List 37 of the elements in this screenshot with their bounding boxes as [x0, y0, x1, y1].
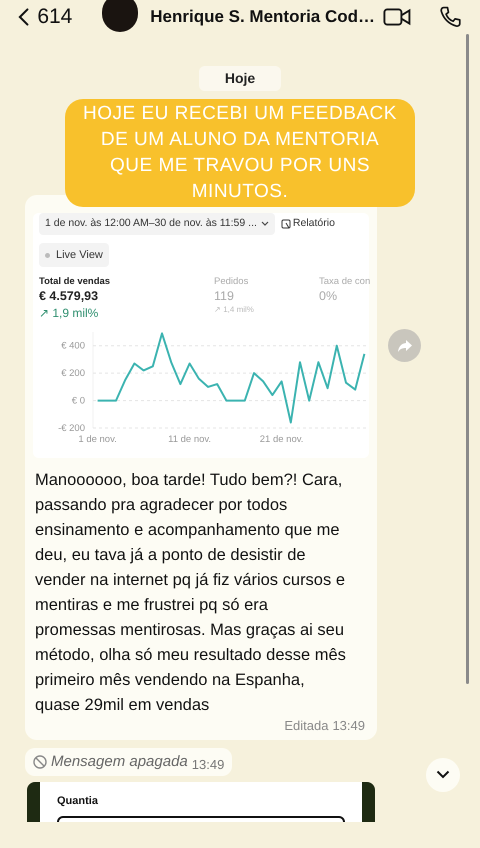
metric-value: € 4.579,93 — [39, 289, 100, 304]
edited-label: Editada — [284, 717, 328, 736]
blocked-icon — [33, 754, 47, 769]
chevron-icon — [260, 221, 269, 227]
unread-count: 614 — [37, 4, 72, 30]
y-tick-label: € 400 — [61, 340, 85, 352]
message-time: 13:49 — [332, 717, 365, 736]
caption-text: HOJE EU RECEBI UM FEEDBACK DE UM ALUNO DA MENTORIA QUE ME TRAVOU POR UNS MINUTOS. — [65, 99, 415, 207]
chat-title[interactable]: Henrique S. Mentoria Cod… — [150, 4, 376, 30]
date-range-dropdown[interactable]: 1 de nov. às 12:00 AM–30 de nov. às 11:59 ... — [39, 213, 275, 235]
scrollbar[interactable] — [466, 34, 469, 684]
metric-value: 119 — [214, 289, 235, 304]
deleted-message-text: Mensagem apagada — [51, 752, 188, 772]
amount-label: Quantia — [57, 794, 98, 807]
scroll-down-button[interactable] — [426, 758, 460, 792]
deleted-message-time: 13:49 — [192, 756, 224, 774]
live-view-button[interactable]: Live View — [39, 243, 109, 267]
chevron-down-icon — [436, 770, 450, 780]
video-call-icon[interactable] — [383, 6, 412, 28]
x-tick-label: 1 de nov. — [78, 434, 117, 446]
message-text: Manoooooo, boa tarde! Tudo bem?! Cara, passando pra agradecer por todos ensinamento e acompanhamento que me deu, eu tava já a ponto de desistir de vender na internet pq já fiz vários cursos e mentiras e me frustrei pq só era promessas mentirosas. Mas graças ai seu método, olha só meu resultado desse mês primeiro mês vendendo na Espanha, quase 29mil em vendas — [34, 470, 347, 716]
forward-icon — [396, 338, 412, 352]
avatar[interactable] — [102, 0, 138, 32]
x-tick-label: 21 de nov. — [260, 434, 304, 446]
report-icon — [280, 219, 291, 229]
x-tick-label: 11 de nov. — [168, 434, 212, 446]
back-icon[interactable] — [18, 7, 30, 27]
metric-change: ↗ 1,4 mil% — [214, 304, 255, 316]
report-button[interactable]: Relatório — [280, 216, 335, 232]
metric-label[interactable]: Total de vendas — [39, 275, 214, 290]
metric-value: 0% — [319, 289, 338, 304]
phone-icon[interactable] — [439, 5, 462, 29]
metric-change: ↗ 1,9 mil% — [39, 305, 100, 322]
y-tick-label: € 0 — [72, 396, 85, 407]
y-tick-label: -€ 200 — [58, 423, 85, 434]
date-chip: Hoje — [198, 66, 282, 91]
y-tick-label: € 200 — [61, 368, 85, 380]
